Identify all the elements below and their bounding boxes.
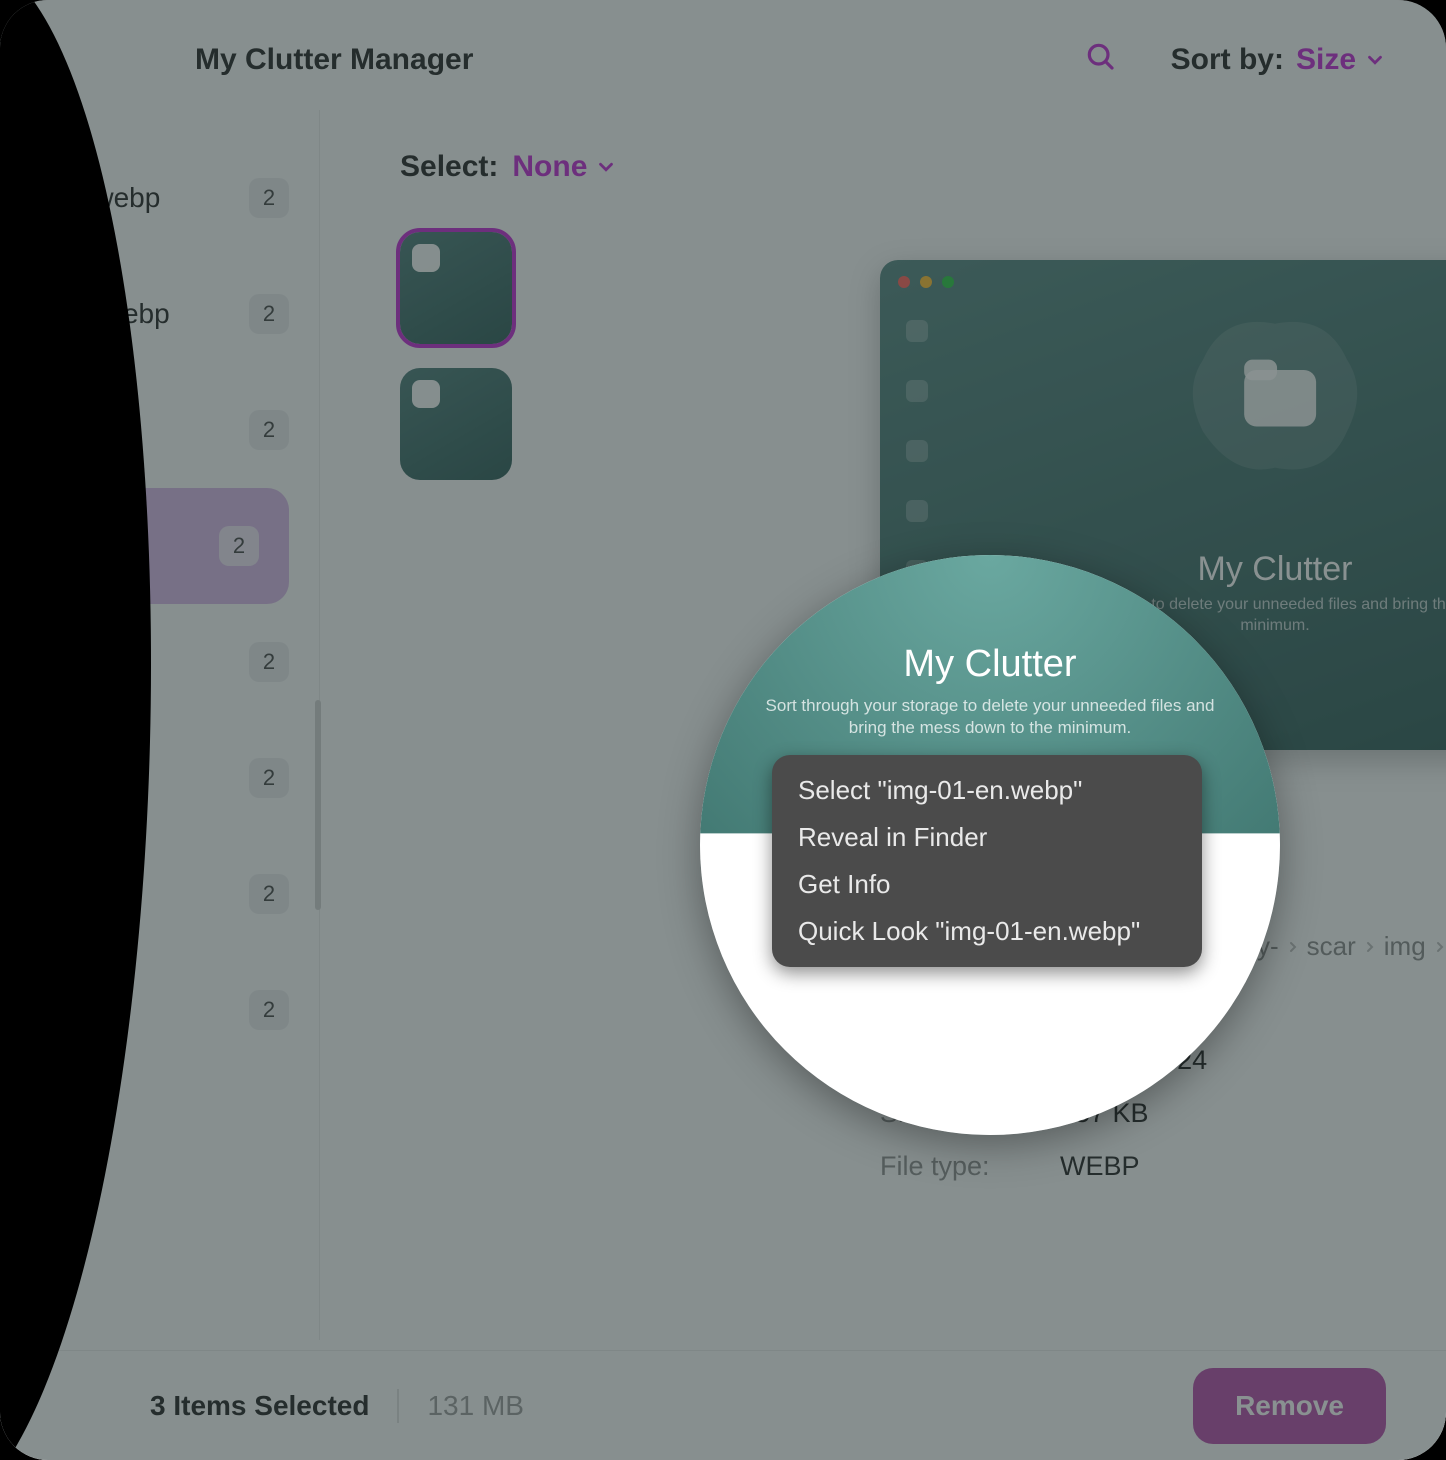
spotlight-highlight: My Clutter Sort through your storage to … <box>700 555 1280 1135</box>
header: My Clutter Manager Sort by: Size <box>0 0 1446 110</box>
page-title: My Clutter Manager <box>195 43 473 77</box>
context-menu-item[interactable]: Quick Look "img-01-en.webp" <box>772 908 1202 955</box>
duplicate-count-badge: 2 <box>249 990 289 1030</box>
chevron-right-icon <box>1432 931 1446 962</box>
duplicate-count-badge: 2 <box>249 178 289 218</box>
sort-label: Sort by: <box>1171 43 1284 77</box>
chevron-right-icon <box>1362 931 1378 962</box>
chevron-right-icon <box>1285 931 1301 962</box>
header-actions: Sort by: Size <box>1084 40 1386 80</box>
breadcrumb-segment[interactable]: scar <box>1307 931 1356 962</box>
duplicate-count-badge: 2 <box>249 874 289 914</box>
thumbnail[interactable] <box>400 232 512 344</box>
folder-illustration <box>1170 298 1380 483</box>
thumb-checkbox[interactable] <box>412 244 440 272</box>
thumb-checkbox[interactable] <box>412 380 440 408</box>
selection-count: 3 Items Selected <box>150 1390 369 1422</box>
spotlight-subtitle: Sort through your storage to delete your… <box>760 695 1220 739</box>
app-window: My Clutter Manager Sort by: Size nitor-j… <box>0 0 1446 1460</box>
type-value: WEBP <box>1060 1151 1446 1182</box>
search-icon[interactable] <box>1084 40 1116 80</box>
window-traffic-lights <box>898 276 954 288</box>
context-menu-item[interactable]: Reveal in Finder <box>772 814 1202 861</box>
duplicate-count-badge: 2 <box>249 758 289 798</box>
duplicate-count-badge: 2 <box>249 642 289 682</box>
context-menu-item[interactable]: Select "img-01-en.webp" <box>772 767 1202 814</box>
select-value: None <box>512 150 587 184</box>
type-label: File type: <box>880 1151 1060 1182</box>
divider <box>397 1389 399 1423</box>
footer: 3 Items Selected 131 MB Remove <box>0 1350 1446 1460</box>
context-menu: Select "img-01-en.webp"Reveal in FinderG… <box>772 755 1202 967</box>
breadcrumb-segment[interactable]: img <box>1384 931 1426 962</box>
remove-button[interactable]: Remove <box>1193 1368 1386 1444</box>
select-control[interactable]: Select: None <box>400 150 1386 184</box>
duplicate-count-badge: 2 <box>249 294 289 334</box>
duplicate-count-badge: 2 <box>219 526 259 566</box>
context-menu-item[interactable]: Get Info <box>772 861 1202 908</box>
thumbnail[interactable] <box>400 368 512 480</box>
selection-size: 131 MB <box>427 1390 524 1422</box>
select-label: Select: <box>400 150 498 184</box>
chevron-down-icon <box>595 156 617 178</box>
sort-control[interactable]: Sort by: Size <box>1171 43 1386 77</box>
chevron-down-icon <box>1364 49 1386 71</box>
duplicate-count-badge: 2 <box>249 410 289 450</box>
spotlight-title: My Clutter <box>700 643 1280 686</box>
sort-value: Size <box>1296 43 1356 77</box>
